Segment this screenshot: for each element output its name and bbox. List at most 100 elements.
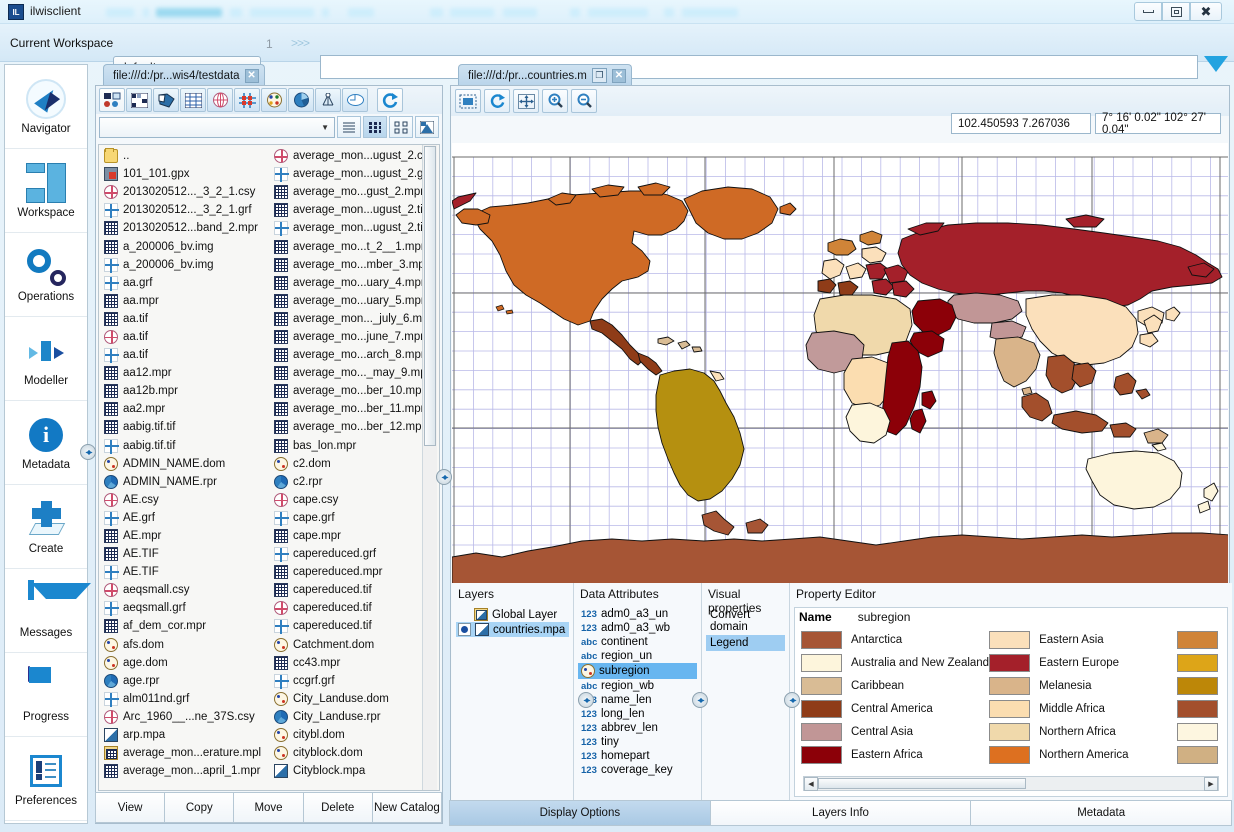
restore-icon[interactable]: ❐ [591,68,607,83]
data-attribute-item[interactable]: 123 abbrev_len [578,721,697,735]
file-list-item[interactable]: average_mo...t_2__1.mpr [271,237,439,255]
ghost-menu-item-3[interactable] [156,8,222,17]
scroll-thumb[interactable] [818,778,1026,789]
file-list-item[interactable]: AE.TIF [101,563,269,581]
file-list-item[interactable]: ADMIN_NAME.rpr [101,473,269,491]
sidebar-item-modeller[interactable]: Modeller [5,317,87,401]
legend-row[interactable]: Northern Africa [989,720,1177,743]
file-list-item[interactable]: age.rpr [101,672,269,690]
legend-row[interactable]: Northern America [989,743,1177,766]
layer-item[interactable]: Global Layer [456,607,569,622]
file-list-item[interactable]: AE.csy [101,491,269,509]
catalog-tab[interactable]: file:///d:/pr...wis4/testdata ✕ [103,64,265,86]
file-list-item[interactable]: AE.grf [101,509,269,527]
catalog-view-icon[interactable] [99,88,125,112]
file-list-item[interactable]: ccgrf.grf [271,672,439,690]
file-list[interactable]: .. 101_101.gpx 2013020512..._3_2_1.csy 2013… [98,144,440,791]
legend-color-swatch[interactable] [989,745,1031,764]
tab-display-options[interactable]: Display Options [449,800,711,826]
catalog-map-splitter-handle[interactable] [436,469,452,485]
layers-attrs-splitter-handle[interactable] [578,692,594,708]
legend-color-swatch[interactable] [989,676,1031,695]
file-list-item[interactable]: Catchment.dom [271,636,439,654]
file-list-item[interactable]: average_mon...ugust_2.tif [271,219,439,237]
legend-color-swatch[interactable] [801,722,842,741]
legend-row[interactable] [1177,651,1221,674]
file-list-item[interactable]: 2013020512..._3_2_1.grf [101,201,269,219]
file-list-item[interactable]: ADMIN_NAME.dom [101,455,269,473]
legend-row[interactable]: Central Asia [801,720,989,743]
coordinate-dms-field[interactable]: 7° 16' 0.02" 102° 27' 0.04" [1095,112,1221,136]
legend-color-swatch[interactable] [1177,653,1218,672]
legend-color-swatch[interactable] [989,630,1031,649]
close-button[interactable]: ✖ [1190,2,1222,21]
file-list-item[interactable]: average_mo...gust_2.mpr [271,183,439,201]
ghost-menu-item-9[interactable] [450,8,494,17]
data-attribute-item[interactable]: 123 adm0_a3_un [578,607,697,621]
rail-splitter-handle[interactable] [80,444,96,460]
maximize-button[interactable] [1162,2,1190,21]
sidebar-item-workspace[interactable]: Workspace [5,149,87,233]
data-attribute-item[interactable]: 123name_len [578,693,697,707]
delete-button[interactable]: Delete [302,792,373,823]
close-icon[interactable]: ✕ [611,68,626,83]
file-list-item[interactable]: aeqsmall.csy [101,581,269,599]
raster-filter-icon[interactable] [126,88,152,112]
file-list-item[interactable]: a_200006_bv.img [101,237,269,255]
legend-row[interactable]: Eastern Europe [989,651,1177,674]
file-list-item[interactable]: Arc_1960__...ne_37S.csy [101,708,269,726]
file-list-item[interactable]: cityblock.dom [271,744,439,762]
legend-color-swatch[interactable] [989,722,1031,741]
file-list-item[interactable]: arp.mpa [101,726,269,744]
ghost-menu-item-14[interactable] [682,8,738,17]
tab-metadata[interactable]: Metadata [970,800,1233,826]
legend-color-swatch[interactable] [1177,699,1218,718]
table-filter-icon[interactable] [180,88,206,112]
script-filter-icon[interactable] [342,88,368,112]
scroll-right-arrow-icon[interactable]: ▶ [1204,776,1218,791]
file-list-item[interactable]: aa2.mpr [101,400,269,418]
file-list-item[interactable]: average_mon..._july_6.mpr [271,310,439,328]
file-list-item[interactable]: average_mon...ugust_2.tif [271,201,439,219]
file-list-item[interactable]: cape.grf [271,509,439,527]
property-editor-horizontal-scrollbar[interactable]: ◀ ▶ [803,776,1219,791]
file-list-item[interactable]: capereduced.tif [271,617,439,635]
sidebar-item-progress[interactable]: Progress [5,653,87,737]
legend-row[interactable]: Middle Africa [989,697,1177,720]
file-list-item[interactable]: aa.tif [101,328,269,346]
file-list-item[interactable]: citybl.dom [271,726,439,744]
data-attributes-list[interactable]: 123 adm0_a3_un 123 adm0_a3_wb abc continent ab… [578,607,697,797]
file-list-item[interactable]: average_mo...ber_10.mpr [271,382,439,400]
legend-row[interactable]: Melanesia [989,674,1177,697]
legend-color-swatch[interactable] [801,653,842,672]
file-list-item[interactable]: capereduced.mpr [271,563,439,581]
file-list-item[interactable]: average_mo...ber_11.mpr [271,400,439,418]
sidebar-item-messages[interactable]: Messages [5,569,87,653]
visual-property-item[interactable]: Legend [706,635,785,651]
data-attribute-item[interactable]: 123 tiny [578,735,697,749]
data-attribute-item[interactable]: 123 coverage_key [578,763,697,777]
ghost-menu-item-13[interactable] [664,8,674,17]
polygon-filter-icon[interactable] [153,88,179,112]
new-catalog-button[interactable]: New Catalog [371,792,443,823]
ghost-menu-item-11[interactable] [570,8,580,17]
file-list-item[interactable]: aa.mpr [101,292,269,310]
legend-row[interactable]: Antarctica [801,628,989,651]
file-list-item[interactable]: aa12.mpr [101,364,269,382]
legend-row[interactable] [1177,720,1221,743]
catalog-filter-select[interactable]: ▼ [99,116,335,138]
file-list-item[interactable]: af_dem_cor.mpr [101,617,269,635]
grid-view-icon[interactable] [363,116,387,138]
file-list-item[interactable]: City_Landuse.rpr [271,708,439,726]
legend-color-swatch[interactable] [989,653,1031,672]
sidebar-item-create[interactable]: Create [5,485,87,569]
ghost-menu-item-12[interactable] [588,8,648,17]
refresh-icon[interactable] [484,89,510,113]
attrs-visual-splitter-handle[interactable] [692,692,708,708]
coordsystem-filter-icon[interactable] [207,88,233,112]
file-list-item[interactable]: capereduced.tif [271,581,439,599]
sidebar-item-preferences[interactable]: Preferences [5,737,87,821]
ghost-menu-item-6[interactable] [322,8,329,17]
legend-color-swatch[interactable] [1177,676,1218,695]
layers-tree[interactable]: Global Layer countries.mpa [456,607,569,797]
